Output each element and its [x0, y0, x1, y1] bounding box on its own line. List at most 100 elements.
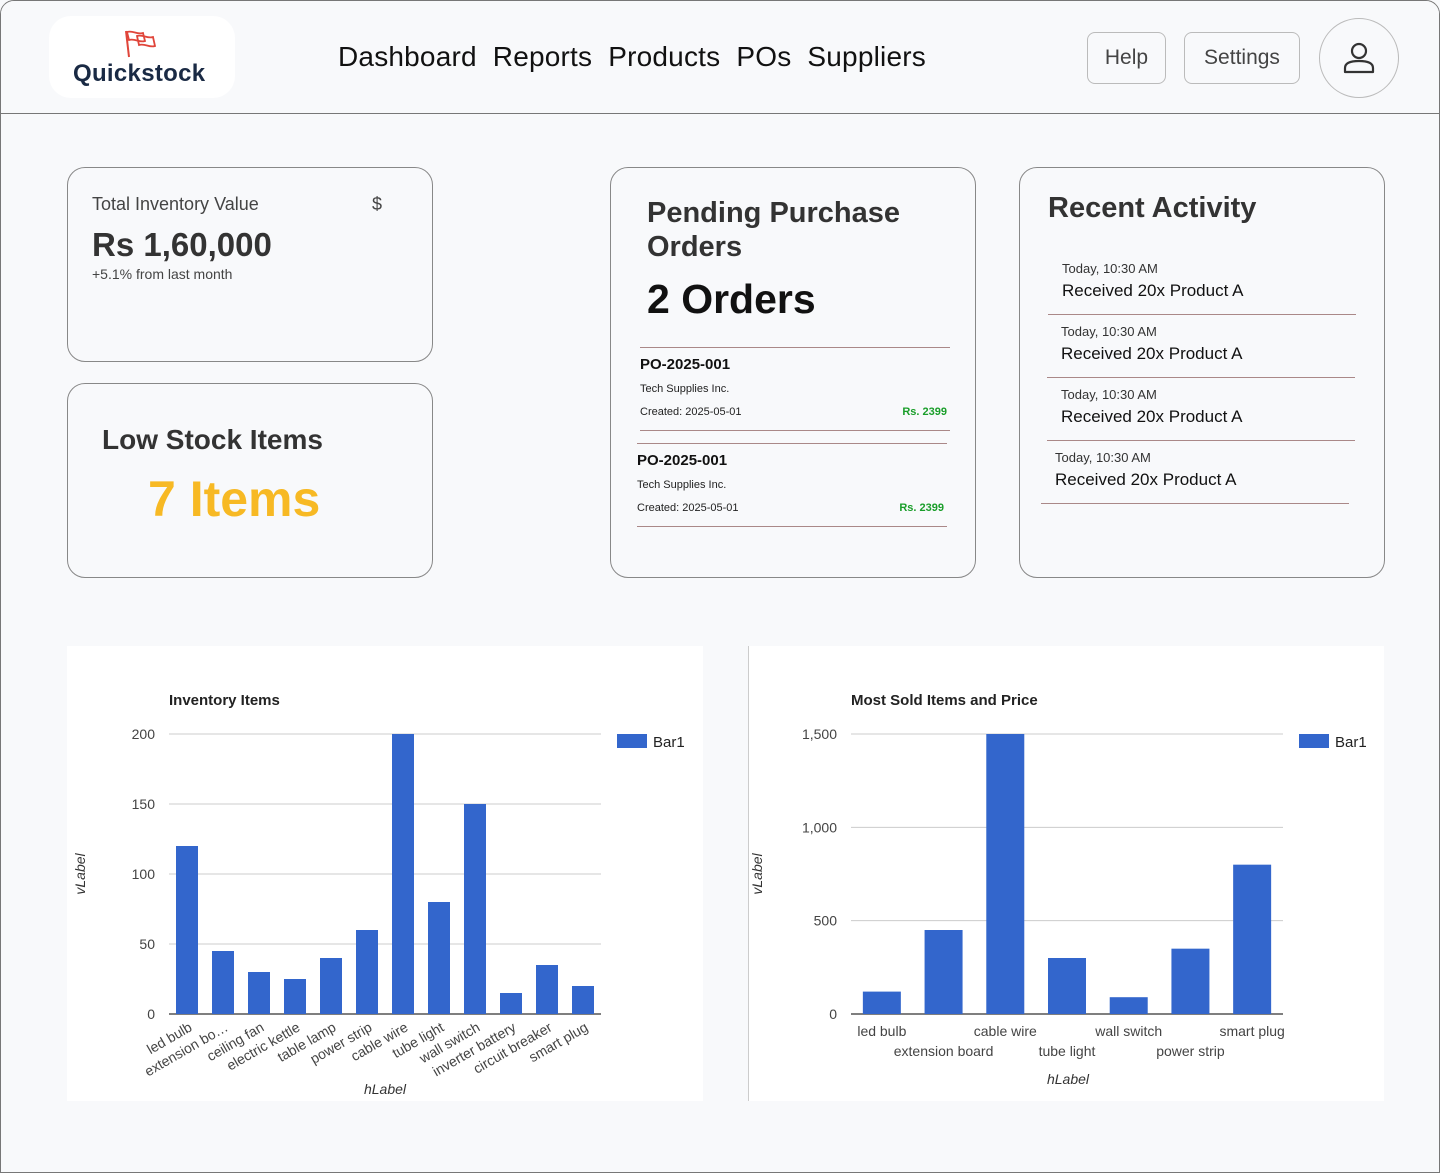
dollar-icon: $ [372, 194, 383, 214]
inventory-value: Rs 1,60,000 [92, 226, 272, 263]
pending-po-card: Pending Purchase Orders 2 Orders PO-2025… [610, 167, 976, 578]
bar [536, 965, 558, 1014]
legend-label: Bar1 [1335, 734, 1367, 751]
activity-item[interactable]: Today, 10:30 AM Received 20x Product A [1048, 252, 1356, 315]
bar [176, 846, 198, 1014]
divider [640, 430, 950, 431]
help-button[interactable]: Help [1087, 32, 1166, 84]
bar [1048, 958, 1086, 1014]
main-nav: Dashboard Reports Products POs Suppliers [338, 41, 942, 73]
y-tick-label: 1,000 [802, 819, 837, 835]
low-stock-value: 7 Items [148, 471, 321, 527]
y-tick-label: 500 [814, 913, 838, 929]
legend-label: Bar1 [653, 734, 685, 751]
inventory-label: Total Inventory Value [92, 194, 259, 214]
bar [212, 951, 234, 1014]
most-sold-chart-svg: Most Sold Items and Price 0 500 1,000 1,500 l… [749, 692, 1367, 1087]
y-tick-label: 50 [139, 936, 155, 952]
y-axis-label: vLabel [72, 852, 88, 894]
bar [248, 972, 270, 1014]
legend-swatch [617, 734, 647, 748]
x-tick-label: wall switch [1094, 1023, 1162, 1039]
y-tick-label: 100 [132, 866, 156, 882]
nav-products[interactable]: Products [608, 41, 720, 73]
bar [428, 902, 450, 1014]
y-axis-label: vLabel [749, 852, 765, 894]
po-card-title: Pending Purchase Orders [647, 197, 901, 263]
po-list-item[interactable]: PO-2025-001 Tech Supplies Inc. Created: … [640, 347, 950, 431]
bar [862, 991, 901, 1014]
x-tick-label: led bulb [857, 1023, 906, 1039]
activity-item[interactable]: Today, 10:30 AM Received 20x Product A [1047, 378, 1355, 441]
x-tick-label: smart plug [1219, 1023, 1284, 1039]
activity-title: Recent Activity [1048, 192, 1257, 224]
bar [986, 734, 1025, 1014]
inventory-items-chart: Inventory Items 0 50 100 150 200 led bulb exten… [67, 646, 703, 1101]
bar [464, 804, 486, 1014]
po-supplier: Tech Supplies Inc. [640, 383, 730, 395]
po-amount: Rs. 2399 [902, 406, 947, 418]
nav-dashboard[interactable]: Dashboard [338, 41, 477, 73]
bar [500, 993, 522, 1014]
low-stock-title: Low Stock Items [102, 424, 323, 455]
po-created: Created: 2025-05-01 [637, 502, 739, 514]
activity-text: Received 20x Product A [1062, 281, 1244, 300]
po-id: PO-2025-001 [637, 452, 728, 469]
legend-swatch [1299, 734, 1329, 748]
activity-item[interactable]: Today, 10:30 AM Received 20x Product A [1047, 315, 1355, 378]
activity-time: Today, 10:30 AM [1055, 450, 1151, 465]
x-tick-label: cable wire [974, 1023, 1037, 1039]
activity-text: Received 20x Product A [1055, 470, 1237, 489]
bar [1171, 948, 1210, 1014]
chart-title: Most Sold Items and Price [851, 692, 1038, 709]
logo[interactable]: Quickstock [49, 16, 235, 98]
po-created: Created: 2025-05-01 [640, 406, 742, 418]
bar [284, 979, 306, 1014]
recent-activity-card: Recent Activity Today, 10:30 AM Received… [1019, 167, 1385, 578]
divider [637, 526, 947, 527]
x-tick-label: tube light [1039, 1043, 1096, 1059]
po-count: 2 Orders [647, 276, 816, 322]
y-tick-label: 200 [132, 726, 156, 742]
nav-reports[interactable]: Reports [493, 41, 592, 73]
activity-item[interactable]: Today, 10:30 AM Received 20x Product A [1041, 441, 1349, 504]
y-tick-label: 0 [829, 1006, 837, 1022]
po-id: PO-2025-001 [640, 356, 731, 373]
x-tick-label: power strip [1156, 1043, 1225, 1059]
y-tick-label: 0 [147, 1006, 155, 1022]
bar [1233, 864, 1272, 1014]
activity-text: Received 20x Product A [1061, 407, 1243, 426]
app-window: Quickstock Dashboard Reports Products PO… [0, 0, 1440, 1173]
po-list-item[interactable]: PO-2025-001 Tech Supplies Inc. Created: … [637, 443, 947, 527]
inventory-change: +5.1% from last month [92, 266, 233, 282]
low-stock-card[interactable]: Low Stock Items 7 Items [67, 383, 433, 578]
activity-time: Today, 10:30 AM [1062, 261, 1158, 276]
bar [1109, 997, 1148, 1014]
activity-time: Today, 10:30 AM [1061, 387, 1157, 402]
x-tick-label: extension board [894, 1043, 994, 1059]
chart-title: Inventory Items [169, 692, 280, 709]
nav-suppliers[interactable]: Suppliers [807, 41, 926, 73]
divider [637, 443, 947, 444]
logo-text: Quickstock [73, 60, 206, 87]
y-tick-label: 150 [132, 796, 156, 812]
user-avatar-button[interactable] [1319, 18, 1399, 98]
most-sold-chart: Most Sold Items and Price 0 500 1,000 1,500 l… [748, 646, 1384, 1101]
x-axis-label: hLabel [1047, 1071, 1090, 1087]
bar [572, 986, 594, 1014]
user-icon [1343, 42, 1375, 74]
settings-button[interactable]: Settings [1184, 32, 1300, 84]
activity-time: Today, 10:30 AM [1061, 324, 1157, 339]
po-supplier: Tech Supplies Inc. [637, 479, 727, 491]
y-tick-label: 1,500 [802, 726, 837, 742]
bar [320, 958, 342, 1014]
bar [392, 734, 414, 1014]
po-amount: Rs. 2399 [899, 502, 944, 514]
inventory-chart-svg: Inventory Items050100150200led bulbexten… [72, 692, 685, 1097]
bar [356, 930, 378, 1014]
bar [924, 930, 963, 1014]
top-header: Quickstock Dashboard Reports Products PO… [1, 1, 1439, 114]
nav-pos[interactable]: POs [736, 41, 791, 73]
activity-text: Received 20x Product A [1061, 344, 1243, 363]
flag-icon [125, 30, 157, 58]
